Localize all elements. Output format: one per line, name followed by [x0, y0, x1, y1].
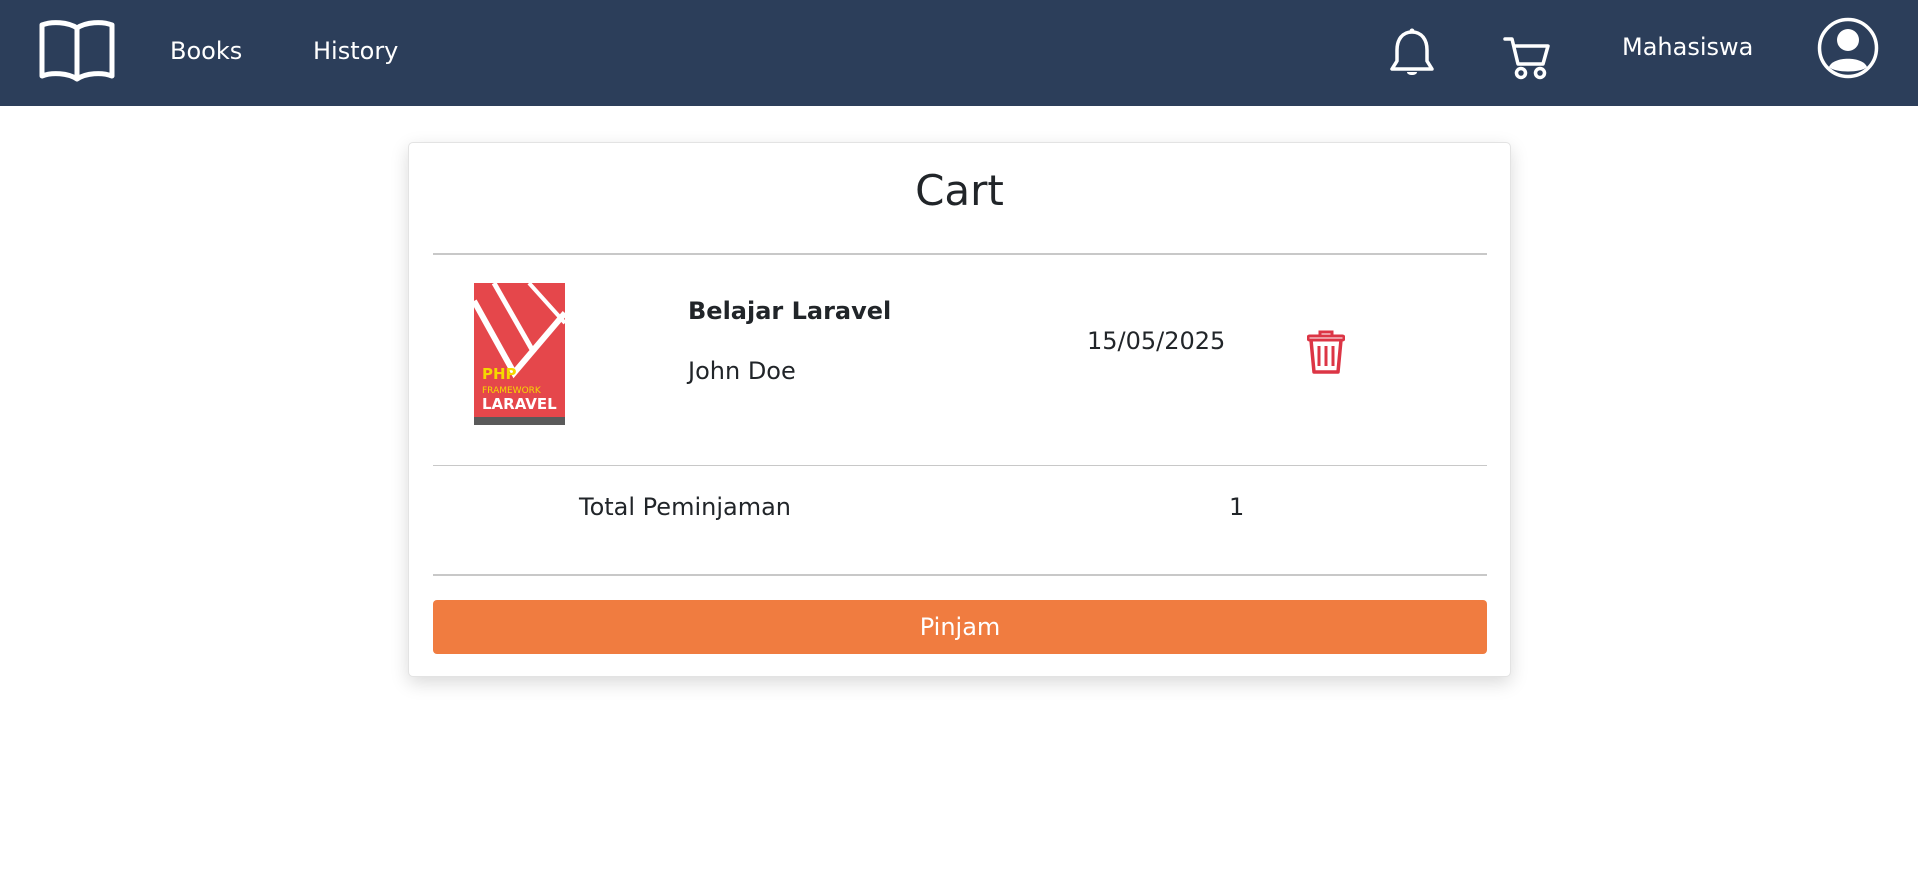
total-value: 1	[1229, 493, 1245, 521]
user-circle-icon[interactable]	[1817, 17, 1879, 79]
cart-title: Cart	[915, 166, 1004, 215]
bell-icon[interactable]	[1388, 28, 1436, 78]
cart-card: Cart PHP FRAMEWORK LARAVEL Belajar Larav…	[408, 142, 1511, 677]
borrow-date: 15/05/2025	[1087, 327, 1226, 355]
cover-text-laravel: LARAVEL	[482, 395, 557, 413]
open-book-icon[interactable]	[38, 18, 116, 82]
nav-link-books[interactable]: Books	[170, 36, 242, 66]
username-label[interactable]: Mahasiswa	[1622, 32, 1753, 62]
total-label: Total Peminjaman	[579, 493, 791, 521]
pinjam-button[interactable]: Pinjam	[433, 600, 1487, 654]
divider	[433, 574, 1487, 576]
cover-text-php: PHP	[482, 365, 517, 383]
book-title: Belajar Laravel	[688, 297, 892, 325]
top-navbar: Books History Mahasiswa	[0, 0, 1918, 106]
divider	[433, 465, 1487, 466]
trash-icon[interactable]	[1307, 329, 1345, 375]
book-author: John Doe	[688, 357, 796, 385]
book-cover-image: PHP FRAMEWORK LARAVEL	[474, 283, 565, 425]
divider	[433, 253, 1487, 255]
cart-icon[interactable]	[1503, 32, 1551, 82]
nav-link-history[interactable]: History	[313, 36, 398, 66]
